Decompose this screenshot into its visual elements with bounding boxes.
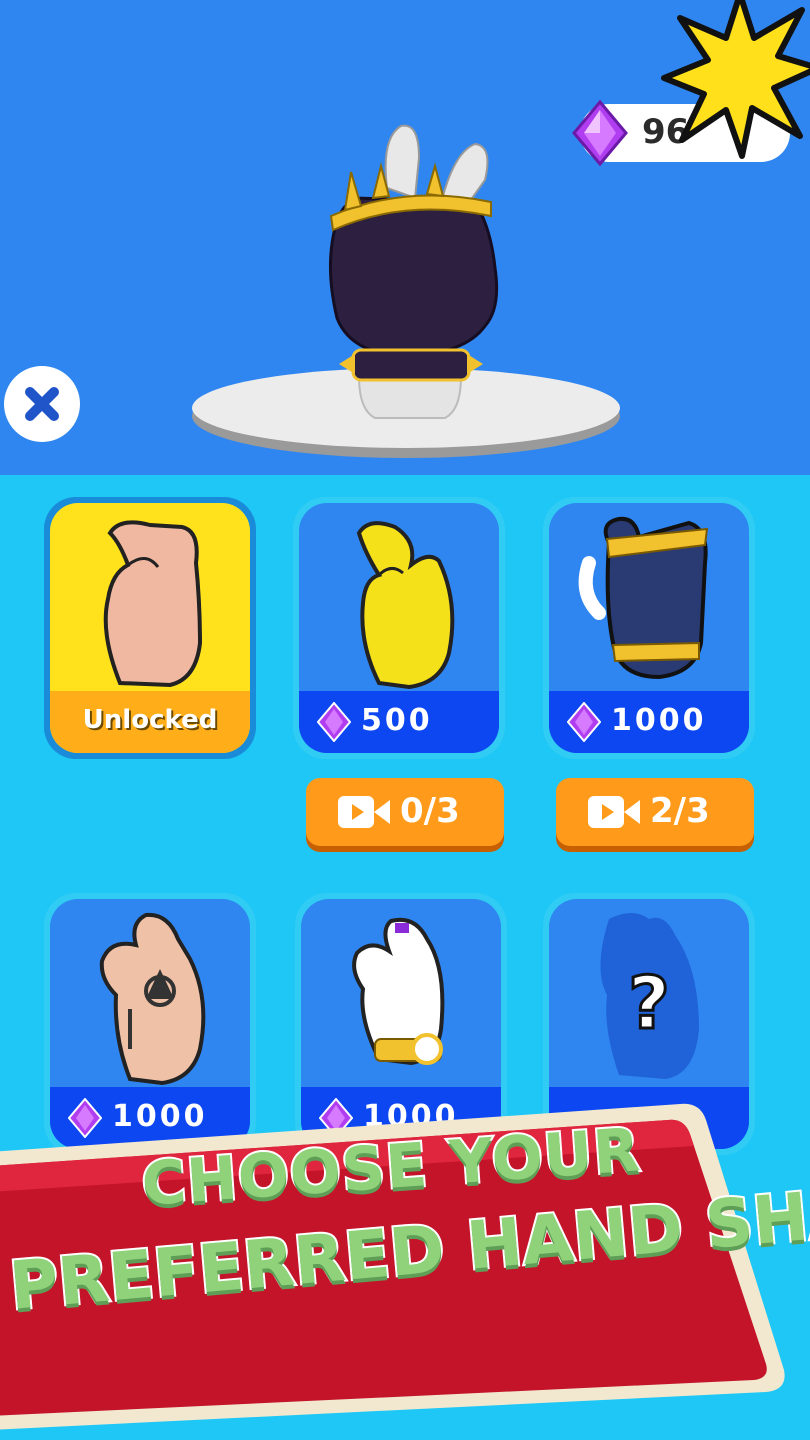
watch-ad-button-spiked[interactable]: 2/3 [556,778,754,852]
video-camera-icon [338,796,390,828]
skin-hand-icon [103,520,203,688]
video-camera-icon [588,796,640,828]
tattoo-hand-icon [99,912,206,1086]
price-label: 1000 [611,703,707,738]
unlocked-label: Unlocked [82,705,218,735]
hand-card-yellow[interactable]: 500 [293,497,505,759]
yellow-hand-icon [356,521,455,690]
price-label: 500 [361,703,433,738]
hand-card-skin[interactable]: Unlocked [44,497,256,759]
close-button[interactable] [4,366,80,442]
purple-gem-icon [572,100,628,166]
white-glove-watch-hand-icon [352,917,445,1066]
purple-gem-icon [567,702,601,742]
ad-progress-count: 0/3 [400,791,460,831]
hand-card-spiked-glove[interactable]: 1000 [543,497,755,759]
star-burst-icon [661,0,810,159]
mystery-symbol: ? [627,960,672,1047]
purple-gem-icon [317,702,351,742]
hero-hand-model [329,124,499,419]
watch-ad-button-yellow[interactable]: 0/3 [306,778,504,852]
ad-progress-count: 2/3 [650,791,710,831]
close-icon [25,387,59,421]
spiked-glove-hand-icon [578,516,709,680]
